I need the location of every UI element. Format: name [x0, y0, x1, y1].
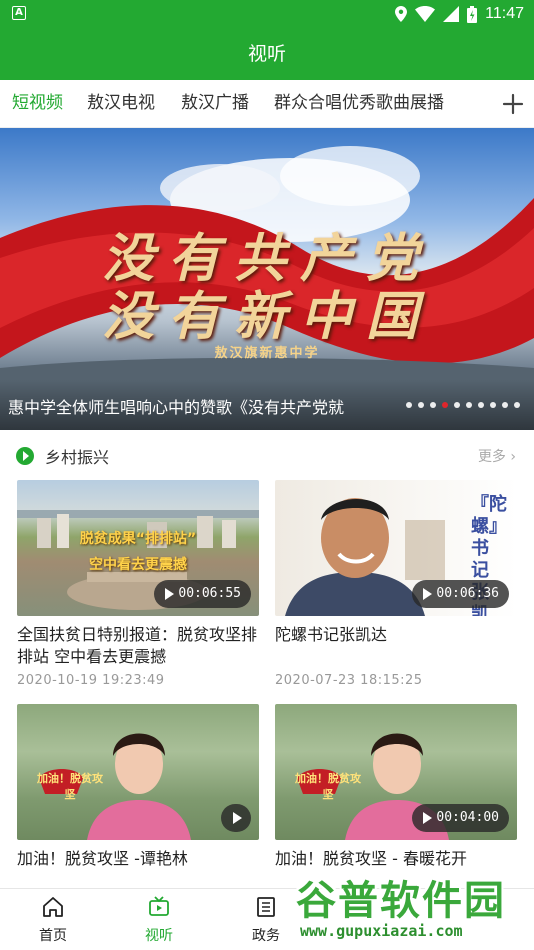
tab-short-video[interactable]: 短视频: [12, 80, 63, 128]
more-link[interactable]: 更多 ›: [478, 446, 516, 466]
document-icon: [257, 897, 275, 917]
nav-home[interactable]: 首页: [13, 895, 93, 945]
thumbnail-overlay-text: 空中看去更震撼: [89, 557, 187, 573]
play-icon[interactable]: [221, 804, 251, 832]
signal-icon: [443, 6, 460, 22]
carousel-indicators: [406, 402, 520, 408]
carousel-dot[interactable]: [514, 402, 520, 408]
video-card[interactable]: 『陀螺』书记 张凯达 00:06:36 陀螺书记张凯达 2020-07-23 1…: [275, 480, 517, 688]
video-card[interactable]: 脱贫成果“排排站” 空中看去更震撼 00:06:55 全国扶贫日特别报道：脱贫攻…: [17, 480, 259, 688]
carousel-dot[interactable]: [478, 402, 484, 408]
video-timestamp: 2020-10-19 19:23:49: [17, 673, 165, 688]
carousel-dot[interactable]: [418, 402, 424, 408]
thumbnail-overlay-text: 脱贫成果“排排站”: [79, 531, 197, 547]
thumbnail-overlay-text: 加油！脱贫攻坚: [37, 772, 103, 801]
wifi-icon: [415, 6, 436, 22]
watermark-url: www.gupuxiazai.com: [300, 922, 463, 940]
status-bar: A 11:47: [0, 0, 534, 28]
carousel-dot[interactable]: [454, 402, 460, 408]
duration-badge: 00:06:36: [412, 580, 509, 608]
banner-subtitle: 敖汉旗新惠中学: [214, 346, 320, 361]
tab-aohan-tv[interactable]: 敖汉电视: [87, 80, 155, 128]
watermark-title: 谷普软件园: [296, 878, 506, 924]
video-title[interactable]: 全国扶贫日特别报道：脱贫攻坚排排站 空中看去更震撼: [17, 624, 259, 668]
banner-carousel[interactable]: 没有共产党 没有新中国 敖汉旗新惠中学 惠中学全体师生唱响心中的赞歌《没有共产党…: [0, 128, 534, 430]
carousel-dot[interactable]: [490, 402, 496, 408]
carousel-dot[interactable]: [406, 402, 412, 408]
video-thumbnail[interactable]: 加油！脱贫攻坚: [17, 704, 259, 840]
location-icon: [395, 6, 408, 22]
play-circle-icon: [16, 447, 34, 465]
page-title: 视听: [0, 28, 534, 80]
section-title: 乡村振兴: [45, 448, 110, 467]
banner-caption-bar: 惠中学全体师生唱响心中的赞歌《没有共产党就: [0, 380, 534, 430]
video-thumbnail[interactable]: 加油！脱贫攻坚 00:04:00: [275, 704, 517, 840]
clock: 11:47: [485, 5, 524, 22]
video-title[interactable]: 陀螺书记张凯达: [275, 624, 517, 668]
video-card[interactable]: 加油！脱贫攻坚 加油！脱贫攻坚 -谭艳林: [17, 704, 259, 892]
nav-media[interactable]: 视听: [119, 895, 199, 945]
section-header: 乡村振兴 更多 ›: [0, 440, 534, 472]
carousel-dot[interactable]: [466, 402, 472, 408]
carousel-dot[interactable]: [502, 402, 508, 408]
video-title[interactable]: 加油！脱贫攻坚 -谭艳林: [17, 848, 259, 892]
tv-icon: [149, 896, 169, 916]
video-thumbnail[interactable]: 脱贫成果“排排站” 空中看去更震撼 00:06:55: [17, 480, 259, 616]
plus-icon[interactable]: [498, 89, 528, 119]
video-timestamp: 2020-07-23 18:15:25: [275, 673, 423, 688]
carousel-dot[interactable]: [430, 402, 436, 408]
duration-badge: 00:06:55: [154, 580, 251, 608]
video-thumbnail[interactable]: 『陀螺』书记 张凯达 00:06:36: [275, 480, 517, 616]
banner-calligraphy-line2: 没有新中国: [101, 286, 432, 347]
nav-media-label: 视听: [145, 928, 173, 944]
banner-caption: 惠中学全体师生唱响心中的赞歌《没有共产党就: [8, 398, 345, 417]
status-icons: 11:47: [395, 3, 524, 25]
notification-icon: A: [12, 6, 26, 20]
video-card[interactable]: 加油！脱贫攻坚 00:04:00 加油！脱贫攻坚 - 春暖花开: [275, 704, 517, 892]
duration-badge: 00:04:00: [412, 804, 509, 832]
tab-aohan-radio[interactable]: 敖汉广播: [181, 80, 249, 128]
thumbnail-overlay-text: 加油！脱贫攻坚: [295, 772, 361, 801]
carousel-dot-active[interactable]: [442, 402, 448, 408]
nav-home-label: 首页: [39, 928, 67, 944]
tab-chorus[interactable]: 群众合唱优秀歌曲展播: [274, 80, 444, 128]
home-icon: [43, 897, 63, 917]
battery-icon: [467, 5, 478, 23]
category-tabs: 短视频 敖汉电视 敖汉广播 群众合唱优秀歌曲展播: [0, 80, 534, 128]
watermark-logo: 谷普软件园 www.gupuxiazai.com: [292, 866, 532, 948]
